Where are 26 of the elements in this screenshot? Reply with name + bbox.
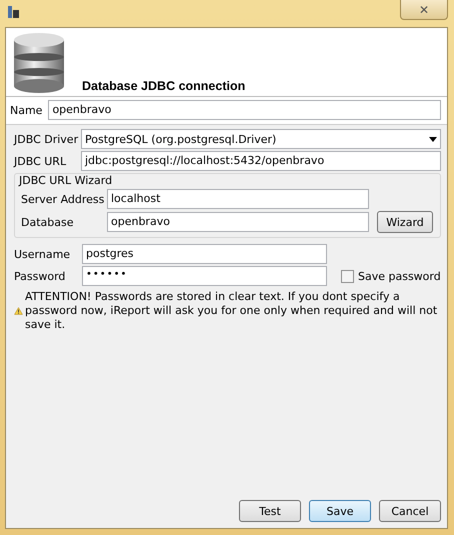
url-label: JDBC URL: [14, 154, 68, 168]
dropdown-arrow-icon: [429, 136, 437, 142]
dialog-title: Database JDBC connection: [82, 79, 246, 93]
driver-dropdown[interactable]: PostgreSQL (org.postgresql.Driver): [81, 129, 441, 149]
username-label: Username: [14, 248, 72, 260]
name-field[interactable]: openbravo: [48, 100, 441, 120]
password-field[interactable]: ••••••: [82, 266, 327, 286]
save-password-label: Save password: [358, 270, 441, 282]
server-field[interactable]: localhost: [107, 189, 369, 209]
dialog-button[interactable]: Save: [309, 500, 371, 522]
save-password-checkbox[interactable]: [341, 270, 354, 282]
url-field[interactable]: jdbc:postgresql://localhost:5432/openbravo: [81, 151, 441, 171]
wizard-button[interactable]: Wizard: [377, 211, 433, 233]
password-label: Password: [14, 270, 66, 282]
dialog-button[interactable]: Test: [239, 500, 301, 522]
server-label: Server Address: [21, 192, 103, 206]
warning-text: ATTENTION! Passwords are stored in clear text. If you dont specify a password now, iReport will ask you for one only when required and will not save it.: [24, 290, 438, 332]
wizard-group-title: JDBC URL Wizard: [19, 174, 114, 187]
username-field[interactable]: postgres: [82, 244, 327, 264]
dialog-button[interactable]: Cancel: [379, 500, 441, 522]
app-icon: [7, 4, 21, 20]
driver-label: JDBC Driver: [14, 132, 77, 146]
name-label: Name: [10, 104, 42, 116]
database-label: Database: [21, 216, 74, 228]
close-button[interactable]: ✕: [400, 0, 448, 20]
database-field[interactable]: openbravo: [107, 212, 369, 232]
